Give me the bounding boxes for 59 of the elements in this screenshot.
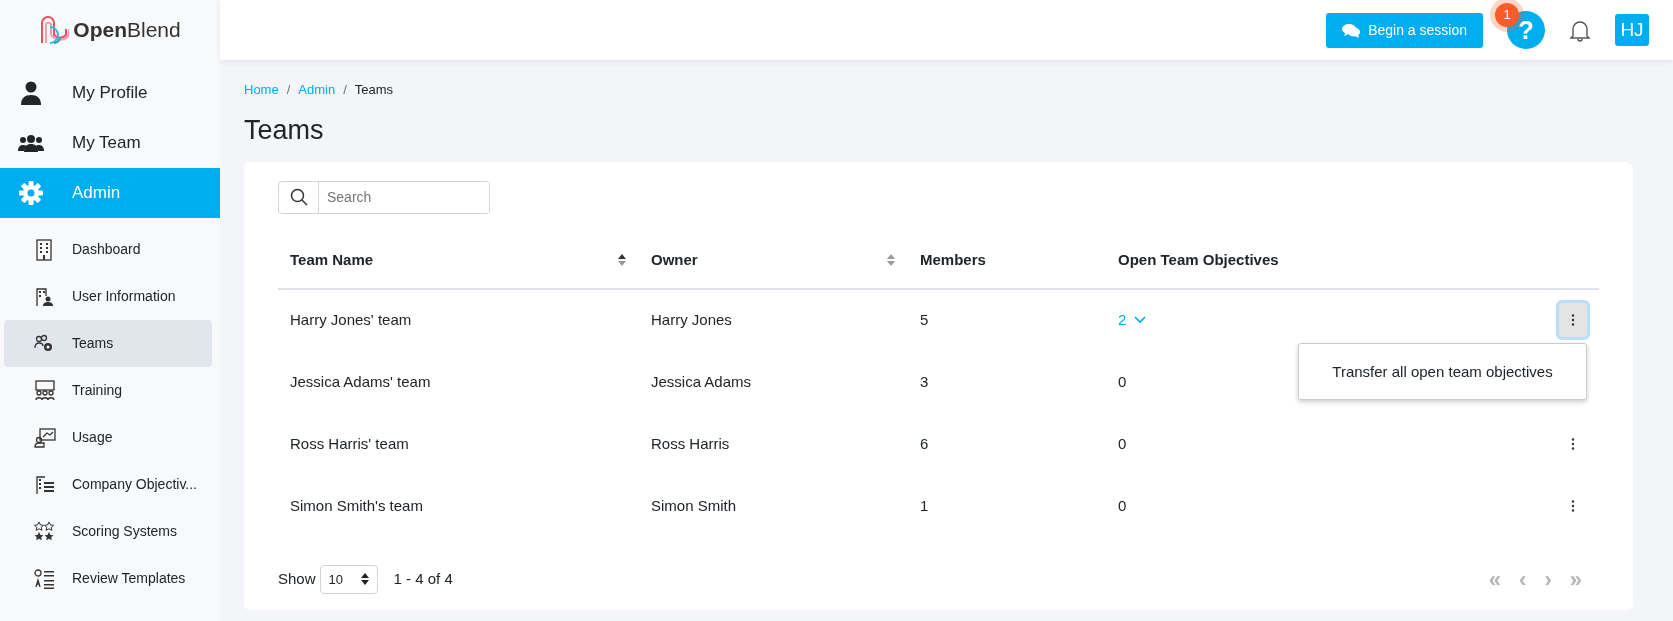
logo-icon <box>39 15 70 45</box>
sort-icon <box>360 573 369 586</box>
members-cell-text: 1 <box>919 495 930 516</box>
sidebar-item[interactable]: Usage <box>4 414 212 461</box>
brand-name: OpenBlend <box>73 17 181 44</box>
stars-icon <box>34 520 56 543</box>
column-header[interactable]: Team Name <box>278 231 639 289</box>
members-cell-text: 6 <box>919 433 930 454</box>
user-building-icon <box>34 285 56 308</box>
team-name-cell-text: Simon Smith's team <box>289 495 424 516</box>
notification-badge: 1 <box>1495 3 1519 27</box>
sidebar-item[interactable]: Company Objectiv... <box>4 461 212 508</box>
objectives-count: 0 <box>1118 434 1127 452</box>
members-cell: 5 <box>908 288 1106 351</box>
owner-cell-text: Ross Harris <box>650 433 731 454</box>
breadcrumb-separator: / <box>286 81 291 99</box>
breadcrumb-separator: / <box>343 81 347 99</box>
sidebar-item[interactable]: Scoring Systems <box>4 508 212 555</box>
objectives-count: 0 <box>1118 496 1127 514</box>
menu-item[interactable]: Transfer all open team objectives <box>1332 360 1553 384</box>
presentation-chart-icon <box>34 426 56 449</box>
sidebar-item[interactable]: Dashboard <box>4 226 212 273</box>
more-options-button[interactable] <box>1559 303 1587 338</box>
owner-cell-text: Jessica Adams <box>650 371 753 392</box>
owner-cell: Harry Jones <box>639 288 908 351</box>
page-range: 1 - 4 of 4 <box>393 569 453 590</box>
sidebar-item[interactable]: Teams <box>4 320 212 367</box>
members-cell-text: 3 <box>919 371 930 392</box>
sidebar-item[interactable]: My Profile <box>0 68 220 118</box>
gear-icon <box>18 181 44 205</box>
team-name-cell-text: Ross Harris' team <box>289 433 410 454</box>
team-name-cell-text: Jessica Adams' team <box>289 371 432 392</box>
sidebar-item[interactable]: Review Templates <box>4 555 212 602</box>
page-size-select[interactable]: 10 <box>319 564 378 594</box>
bell-icon[interactable] <box>1569 18 1591 42</box>
column-header: Open Team Objectives <box>1106 231 1479 289</box>
building-list-icon <box>34 473 56 496</box>
column-header[interactable]: Owner <box>639 231 908 289</box>
training-icon <box>34 379 56 402</box>
chat-bubbles-icon <box>1342 22 1361 38</box>
vertical-dots-icon <box>1571 499 1575 512</box>
sidebar-item[interactable]: Training <box>4 367 212 414</box>
page-title: Teams <box>244 113 325 146</box>
chevron-down-icon <box>1134 316 1147 325</box>
sidebar-item[interactable]: User Information <box>4 273 212 320</box>
column-header: Members <box>908 231 1106 289</box>
breadcrumb-current: Teams <box>354 81 394 99</box>
search-field[interactable]: Search <box>278 180 490 214</box>
person-icon <box>18 81 44 105</box>
owner-cell-text: Simon Smith <box>650 495 738 516</box>
question-answer-list-icon <box>34 567 56 590</box>
vertical-dots-icon <box>1571 314 1575 327</box>
vertical-dots-icon <box>1571 437 1575 450</box>
objectives-count: 0 <box>1118 372 1127 390</box>
show-label: Show <box>278 569 316 590</box>
search-icon <box>289 188 308 207</box>
team-name-cell: Harry Jones' team <box>278 288 639 351</box>
people-icon <box>18 134 44 152</box>
sidebar-item[interactable]: My Team <box>0 118 220 168</box>
